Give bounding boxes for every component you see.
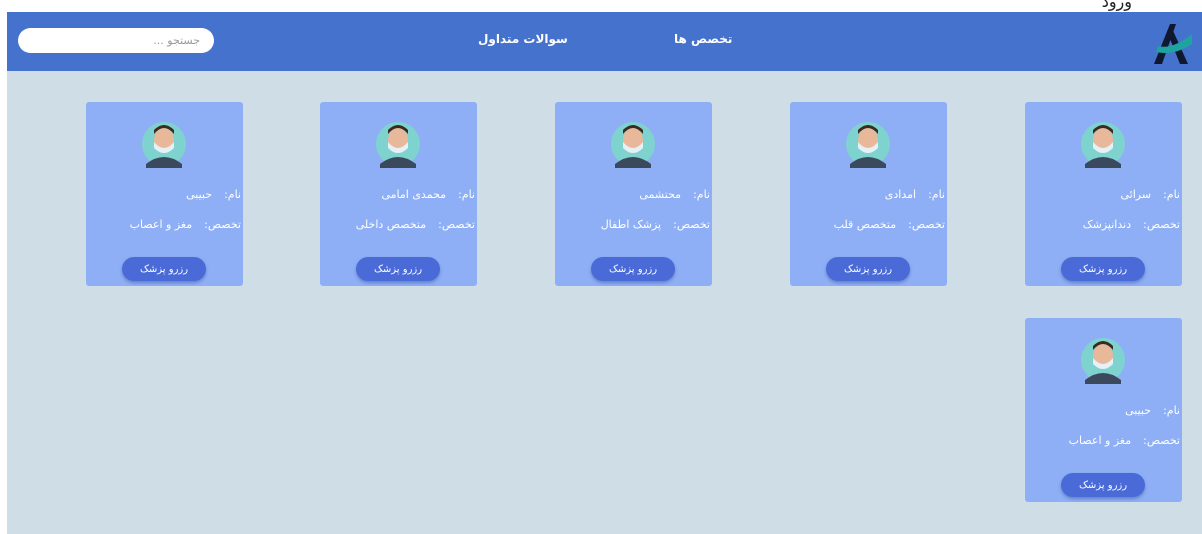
doctor-specialty: مغز و اعصاب <box>1068 434 1132 447</box>
doctor-specialty: متخصص داخلی <box>355 218 427 231</box>
doctor-specialty-row: تخصص: متخصص داخلی <box>322 218 475 231</box>
doctor-name: حبیبی <box>186 188 213 201</box>
doctor-card: نام: محتشمی تخصص: پزشک اطفال رزرو پزشک <box>555 102 712 286</box>
doctor-card: نام: محمدی امامی تخصص: متخصص داخلی رزرو پز… <box>320 102 477 286</box>
doctor-card: نام: حبیبی تخصص: مغز و اعصاب رزرو پزشک <box>1025 318 1182 502</box>
nav-faq-link[interactable]: سوالات متداول <box>478 32 568 46</box>
name-label: نام: <box>458 188 475 201</box>
name-label: نام: <box>1163 404 1180 417</box>
specialty-label: تخصص: <box>204 218 241 231</box>
doctor-name: محتشمی <box>639 188 682 201</box>
site-logo[interactable] <box>1148 20 1194 66</box>
specialty-label: تخصص: <box>1143 434 1180 447</box>
doctor-card: نام: سرائی تخصص: دندانپزشک رزرو پزشک <box>1025 102 1182 286</box>
doctor-avatar-icon <box>846 122 890 168</box>
book-doctor-button[interactable]: رزرو پزشک <box>826 257 910 281</box>
specialty-label: تخصص: <box>1143 218 1180 231</box>
doctor-name: امدادی <box>884 188 917 201</box>
name-label: نام: <box>693 188 710 201</box>
doctor-avatar-icon <box>1081 122 1125 168</box>
doctor-name-row: نام: حبیبی <box>88 188 241 201</box>
doctor-specialty-row: تخصص: مغز و اعصاب <box>1027 434 1180 447</box>
name-label: نام: <box>928 188 945 201</box>
corner-text: ورود <box>1101 0 1132 11</box>
name-label: نام: <box>224 188 241 201</box>
top-navbar: تخصص ها سوالات متداول <box>7 12 1202 71</box>
doctor-specialty-row: تخصص: متخصص قلب <box>792 218 945 231</box>
doctor-specialty-row: تخصص: پزشک اطفال <box>557 218 710 231</box>
book-doctor-button[interactable]: رزرو پزشک <box>591 257 675 281</box>
doctors-grid: نام: سرائی تخصص: دندانپزشک رزرو پزشک نام: ا… <box>7 71 1202 534</box>
doctor-name-row: نام: محتشمی <box>557 188 710 201</box>
doctor-name: حبیبی <box>1125 404 1152 417</box>
specialty-label: تخصص: <box>908 218 945 231</box>
doctor-specialty-row: تخصص: دندانپزشک <box>1027 218 1180 231</box>
doctor-specialty-row: تخصص: مغز و اعصاب <box>88 218 241 231</box>
doctor-specialty: پزشک اطفال <box>600 218 662 231</box>
book-doctor-button[interactable]: رزرو پزشک <box>356 257 440 281</box>
doctor-card: نام: حبیبی تخصص: مغز و اعصاب رزرو پزشک <box>86 102 243 286</box>
book-doctor-button[interactable]: رزرو پزشک <box>122 257 206 281</box>
doctor-card: نام: امدادی تخصص: متخصص قلب رزرو پزشک <box>790 102 947 286</box>
book-doctor-button[interactable]: رزرو پزشک <box>1061 473 1145 497</box>
doctor-name: محمدی امامی <box>381 188 447 201</box>
doctor-name-row: نام: امدادی <box>792 188 945 201</box>
doctor-name-row: نام: محمدی امامی <box>322 188 475 201</box>
doctor-name-row: نام: سرائی <box>1027 188 1180 201</box>
specialty-label: تخصص: <box>438 218 475 231</box>
doctor-name-row: نام: حبیبی <box>1027 404 1180 417</box>
doctor-name: سرائی <box>1120 188 1152 201</box>
search-input[interactable] <box>18 28 214 53</box>
name-label: نام: <box>1163 188 1180 201</box>
nav-specialties-link[interactable]: تخصص ها <box>674 32 732 46</box>
doctor-avatar-icon <box>142 122 186 168</box>
doctor-specialty: دندانپزشک <box>1082 218 1132 231</box>
book-doctor-button[interactable]: رزرو پزشک <box>1061 257 1145 281</box>
doctor-avatar-icon <box>611 122 655 168</box>
doctor-avatar-icon <box>376 122 420 168</box>
doctor-avatar-icon <box>1081 338 1125 384</box>
doctor-specialty: مغز و اعصاب <box>129 218 193 231</box>
doctor-specialty: متخصص قلب <box>833 218 897 231</box>
specialty-label: تخصص: <box>673 218 710 231</box>
